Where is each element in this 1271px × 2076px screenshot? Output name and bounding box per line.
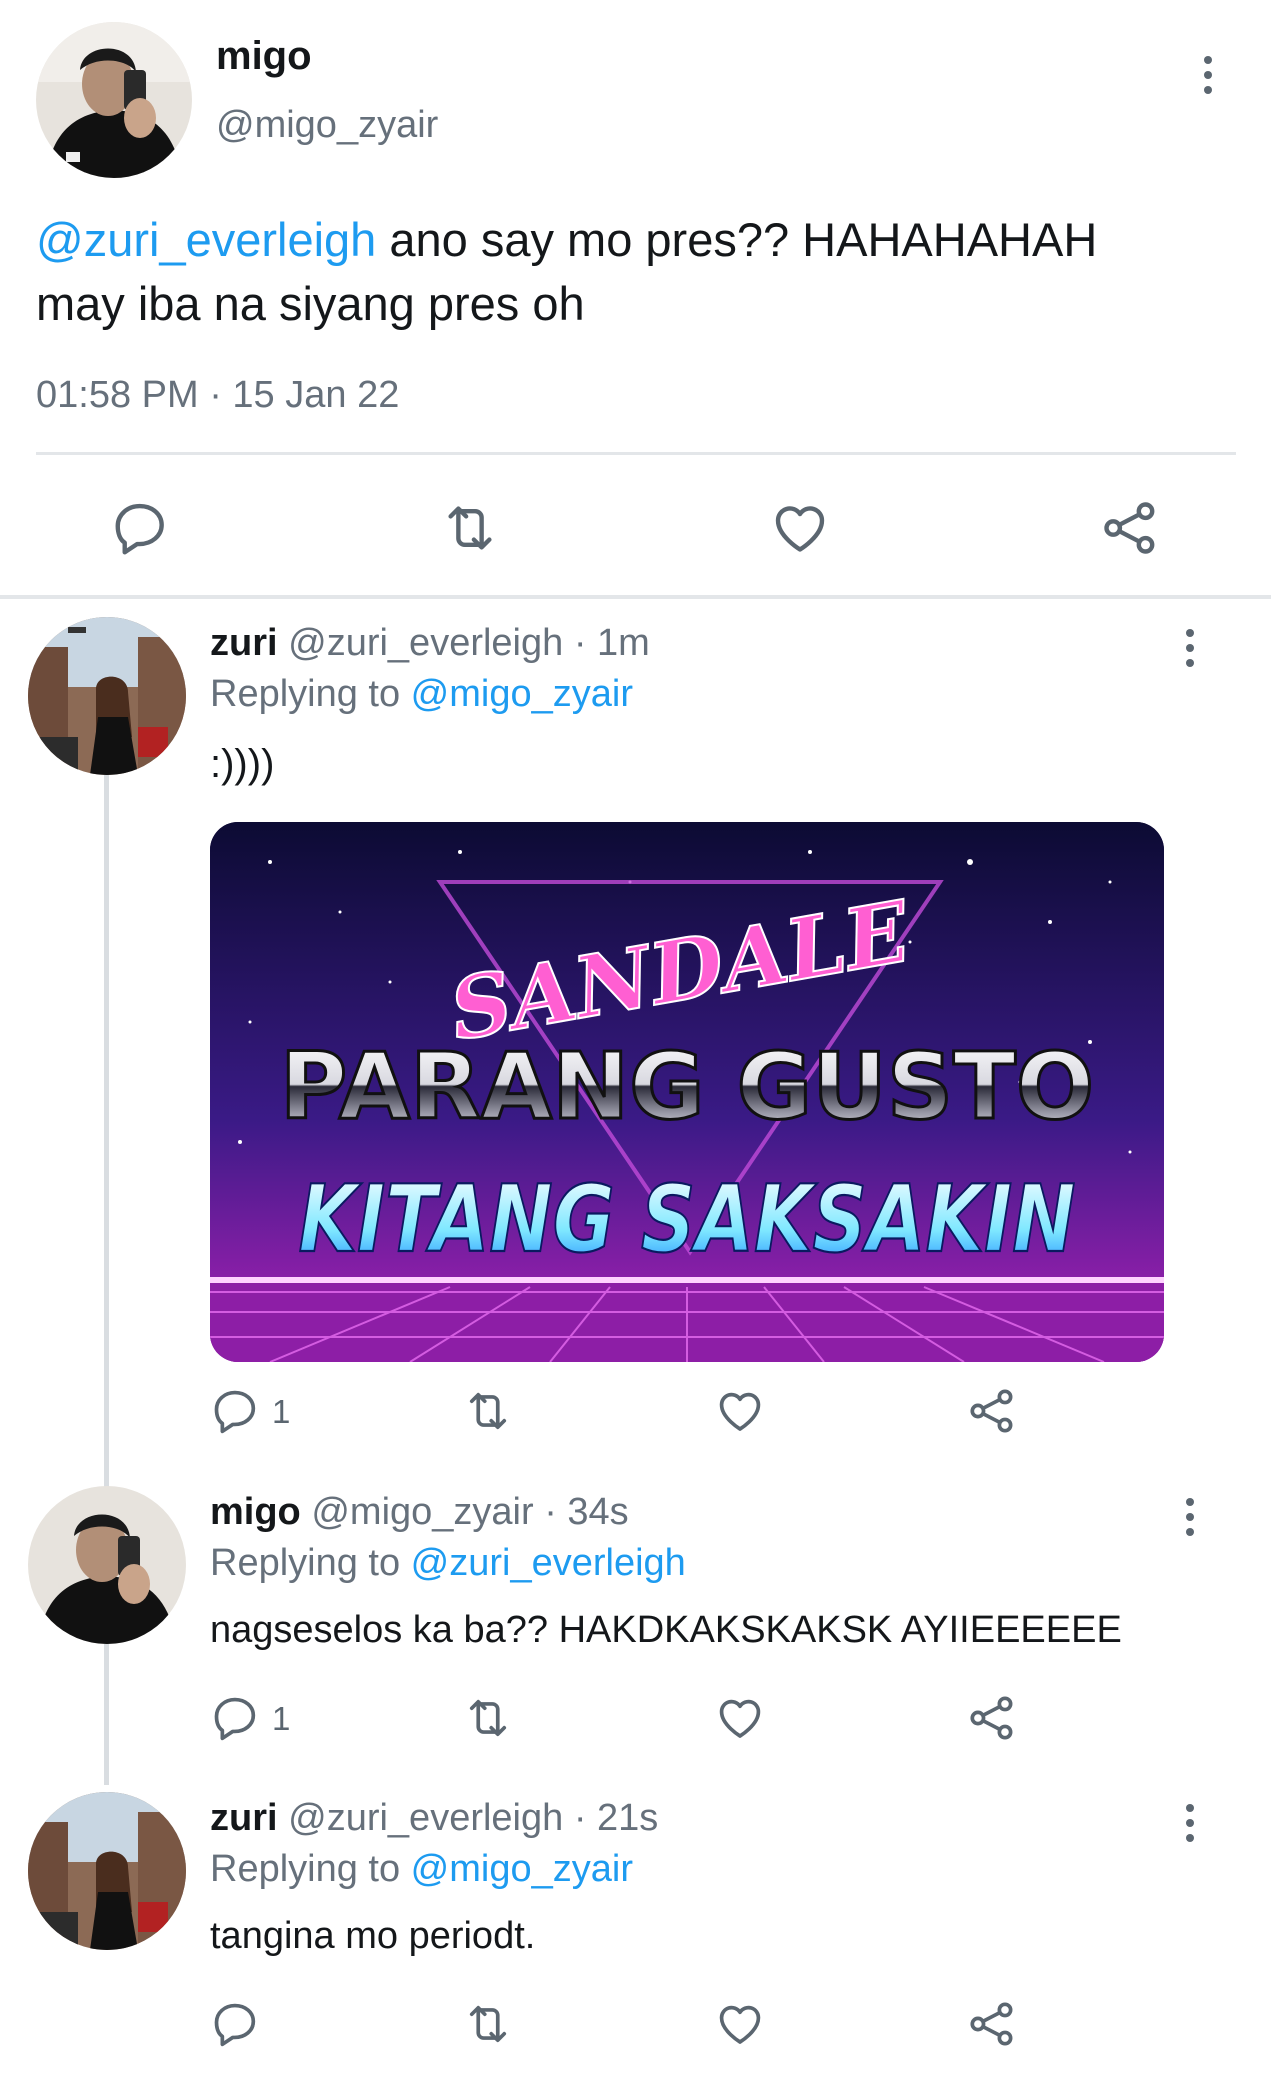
more-options-icon[interactable] (1180, 629, 1200, 669)
tweet-timestamp: 01:58 PM · 15 Jan 22 (36, 374, 400, 416)
reply-text: tangina mo periodt. (210, 1915, 536, 1957)
author-display-name[interactable]: migo (216, 34, 312, 79)
retweet-icon[interactable] (462, 1692, 514, 1744)
tweet-text: @zuri_everleigh ano say mo pres?? HAHAHA… (36, 208, 1256, 336)
avatar-migo[interactable] (28, 1486, 186, 1644)
replying-to: Replying to @migo_zyair (210, 673, 633, 716)
divider (36, 452, 1236, 455)
section-divider (0, 595, 1271, 599)
reply-text: nagseselos ka ba?? HAKDKAKSKAKSK AYIIEEE… (210, 1609, 1122, 1651)
retweet-icon[interactable] (462, 1385, 514, 1437)
replying-to-link[interactable]: @zuri_everleigh (411, 1542, 686, 1584)
tweet-text-line2: may iba na siyang pres oh (36, 277, 585, 330)
reply-display-name[interactable]: zuri (210, 622, 278, 664)
reply-header: zuri @zuri_everleigh · 21s (210, 1797, 658, 1840)
author-handle[interactable]: @migo_zyair (216, 104, 438, 147)
avatar-zuri[interactable] (28, 617, 186, 775)
replying-to-label: Replying to (210, 1848, 411, 1890)
more-options-icon[interactable] (1180, 1804, 1200, 1844)
more-options-icon[interactable] (1198, 56, 1218, 96)
replying-to: Replying to @migo_zyair (210, 1848, 633, 1891)
reply-header: migo @migo_zyair · 34s (210, 1491, 629, 1534)
media-text-line3: KITANG SAKSAKIN (299, 1166, 1076, 1273)
retweet-icon[interactable] (439, 497, 501, 559)
share-icon[interactable] (966, 1998, 1018, 2050)
like-icon[interactable] (769, 497, 831, 559)
replying-to-label: Replying to (210, 1542, 411, 1584)
reply-text: :)))) (210, 742, 275, 786)
reply-handle-time[interactable]: @zuri_everleigh · 1m (278, 622, 650, 664)
reply-display-name[interactable]: migo (210, 1491, 301, 1533)
reply-count: 1 (272, 1700, 291, 1737)
reply-header: zuri @zuri_everleigh · 1m (210, 622, 650, 665)
share-icon[interactable] (1099, 497, 1161, 559)
retweet-icon[interactable] (462, 1998, 514, 2050)
reply-icon[interactable] (110, 497, 172, 559)
share-icon[interactable] (966, 1692, 1018, 1744)
reply-handle-time[interactable]: @migo_zyair · 34s (301, 1491, 628, 1533)
replying-to-link[interactable]: @migo_zyair (411, 673, 633, 715)
tweet-text-line1: ano say mo pres?? HAHAHAHAH (376, 213, 1098, 266)
avatar-migo[interactable] (36, 22, 192, 178)
reply-icon[interactable] (210, 1692, 262, 1744)
mention-link[interactable]: @zuri_everleigh (36, 213, 376, 266)
reply-icon[interactable] (210, 1385, 262, 1437)
avatar-zuri[interactable] (28, 1792, 186, 1950)
reply-count: 1 (272, 1393, 291, 1430)
media-image[interactable]: SANDALE PARANG GUSTO KITANG SAKSAKIN (210, 822, 1164, 1362)
reply-handle-time[interactable]: @zuri_everleigh · 21s (278, 1797, 658, 1839)
replying-to-link[interactable]: @migo_zyair (411, 1848, 633, 1890)
replying-to: Replying to @zuri_everleigh (210, 1542, 686, 1585)
like-icon[interactable] (714, 1998, 766, 2050)
share-icon[interactable] (966, 1385, 1018, 1437)
replying-to-label: Replying to (210, 673, 411, 715)
like-icon[interactable] (714, 1385, 766, 1437)
media-text-line2: PARANG GUSTO (280, 1033, 1094, 1140)
reply-display-name[interactable]: zuri (210, 1797, 278, 1839)
more-options-icon[interactable] (1180, 1498, 1200, 1538)
like-icon[interactable] (714, 1692, 766, 1744)
reply-icon[interactable] (210, 1998, 262, 2050)
